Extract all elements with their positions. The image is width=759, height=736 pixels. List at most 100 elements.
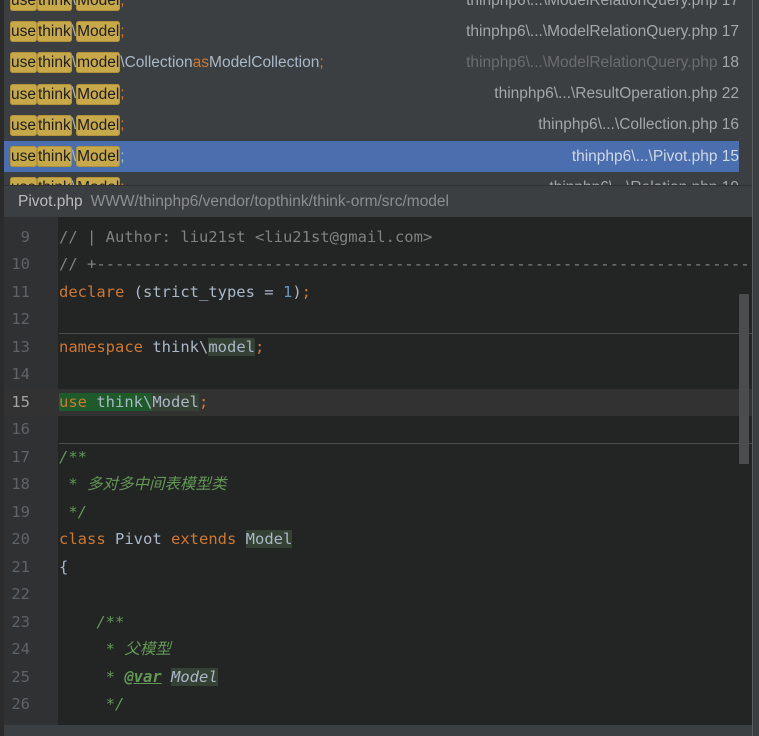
code-text: { — [59, 554, 68, 582]
usage-line-number: 22 — [721, 85, 739, 103]
code-token: model — [208, 337, 255, 356]
code-text: ; — [120, 0, 125, 9]
code-line[interactable]: 23 /** — [4, 609, 752, 637]
line-number: 15 — [11, 392, 30, 411]
match-highlight: use — [10, 21, 37, 43]
code-text: * 多对多中间表模型类 — [59, 471, 227, 499]
match-highlight: Model — [76, 0, 121, 12]
match-highlight: think — [37, 146, 72, 168]
line-number: 16 — [11, 420, 30, 438]
code-text: ; — [319, 53, 324, 71]
code-line[interactable]: 21 { — [4, 554, 752, 582]
code-token: Model — [152, 392, 199, 411]
usage-line-number: 16 — [721, 116, 739, 134]
code-token: declare — [59, 282, 125, 301]
usage-location: thinphp6\...\Collection.php 16 — [538, 116, 739, 134]
match-highlight: think — [37, 0, 72, 12]
match-highlight: Model — [76, 114, 121, 136]
match-highlight: think — [37, 114, 72, 136]
usage-location: thinphp6\...\ResultOperation.php 22 — [494, 85, 739, 103]
code-line[interactable]: 9 // | Author: liu21st <liu21st@gmail.com… — [4, 224, 752, 252]
usage-file-path: thinphp6\...\Collection.php — [538, 116, 722, 134]
code-line[interactable]: 10 // +----------------------------------… — [4, 251, 752, 279]
usage-item[interactable]: use think \ Model; thinphp6\...\Collection.… — [4, 110, 739, 141]
code-token: ; — [255, 337, 265, 356]
method-separator — [59, 332, 752, 334]
usage-item[interactable]: use think \ Model; thinphp6\...\ResultOpera… — [4, 79, 739, 110]
code-line[interactable]: 24 * 父模型 — [4, 636, 752, 664]
code-token: */ — [59, 502, 87, 521]
usage-item[interactable]: use think \ Model; thinphp6\...\ModelRelati… — [4, 16, 739, 47]
usage-item[interactable]: use think \ Model; thinphp6\...\Pivot.php 1… — [4, 140, 739, 173]
code-text: ; — [120, 22, 125, 40]
usage-code-snippet: use think\Model; — [10, 114, 125, 136]
code-token: @var — [124, 667, 162, 686]
code-token: */ — [59, 695, 125, 713]
code-token: use — [59, 392, 87, 411]
code-line[interactable]: 13 namespace think\model; — [4, 334, 752, 362]
code-text: ; — [120, 85, 125, 103]
code-token: Model — [171, 667, 218, 686]
code-text: */ — [59, 691, 125, 714]
usage-line-number: 17 — [721, 0, 739, 9]
code-token: /** — [59, 612, 125, 631]
preview-file-path: WWW/thinphp6/vendor/topthink/think-orm/s… — [90, 193, 449, 210]
code-text: use think\Model; — [59, 389, 208, 417]
code-line[interactable]: 16 — [4, 416, 752, 444]
usage-file-path: thinphp6\...\ModelRelationQuery.php — [466, 22, 722, 40]
code-token: think\ — [143, 337, 209, 356]
code-token: * 父模型 — [59, 640, 171, 658]
code-line[interactable]: 20 class Pivot extends Model — [4, 526, 752, 554]
code-token: class — [59, 530, 106, 548]
code-text: as — [192, 53, 210, 71]
usage-line-number: 15 — [721, 147, 739, 165]
line-number: 11 — [11, 282, 30, 301]
method-separator — [59, 442, 752, 444]
code-line[interactable]: 19 */ — [4, 499, 752, 527]
match-highlight: use — [10, 0, 37, 12]
line-number: 25 — [11, 667, 30, 686]
code-token: /** — [59, 447, 87, 466]
line-number: 21 — [11, 557, 30, 576]
vertical-scrollbar-thumb[interactable] — [739, 294, 749, 464]
code-preview-editor[interactable]: 9 // | Author: liu21st <liu21st@gmail.com… — [4, 217, 752, 714]
code-line[interactable]: 25 * @var Model — [4, 664, 752, 692]
code-line[interactable]: 26 */ — [4, 691, 752, 714]
match-highlight: use — [10, 114, 37, 136]
usage-item[interactable]: use think \ Model; thinphp6\...\ModelRelati… — [4, 0, 739, 16]
usage-file-path: thinphp6\...\ResultOperation.php — [494, 85, 722, 103]
code-token: Pivot — [105, 530, 171, 548]
code-text: * 父模型 — [59, 636, 171, 664]
usage-location: thinphp6\...\ModelRelationQuery.php 17 — [466, 23, 739, 41]
code-line[interactable]: 15 use think\Model; — [4, 388, 752, 417]
usage-file-path: thinphp6\...\ModelRelationQuery.php — [466, 0, 722, 9]
code-line[interactable]: 12 — [4, 306, 752, 334]
code-line[interactable]: 11 declare (strict_types = 1); — [4, 279, 752, 307]
match-highlight: Model — [76, 83, 121, 105]
code-line[interactable]: 18 * 多对多中间表模型类 — [4, 471, 752, 499]
line-number: 9 — [20, 227, 30, 246]
code-token: * — [59, 667, 125, 686]
code-text: declare (strict_types = 1); — [59, 279, 311, 307]
code-token: // | Author: liu21st <liu21st@gmail.com> — [59, 227, 433, 246]
usage-location: thinphp6\...\ModelRelationQuery.php 18 — [466, 54, 739, 72]
match-highlight: model — [76, 52, 121, 74]
match-highlight: Model — [76, 21, 121, 43]
code-token: ; — [199, 392, 209, 411]
code-token: * 多对多中间表模型类 — [59, 475, 227, 493]
line-number: 18 — [11, 475, 30, 493]
usage-code-snippet: use think\Model; — [10, 0, 125, 12]
code-text: /** — [59, 609, 124, 637]
match-highlight: Model — [76, 146, 121, 168]
usage-code-snippet: use think\Model; — [10, 146, 125, 168]
code-line[interactable]: 14 — [4, 361, 752, 389]
code-text: * @var Model — [59, 664, 218, 692]
code-line[interactable]: 17 /** — [4, 444, 752, 472]
usages-list: use think \ Model; thinphp6\...\ModelRelati… — [4, 0, 739, 203]
code-line[interactable]: 22 — [4, 581, 752, 609]
line-number: 26 — [11, 695, 30, 713]
code-text: // +------------------------------------… — [59, 251, 750, 279]
usage-item[interactable]: use think \ model \Collection as ModelColle… — [4, 47, 739, 78]
